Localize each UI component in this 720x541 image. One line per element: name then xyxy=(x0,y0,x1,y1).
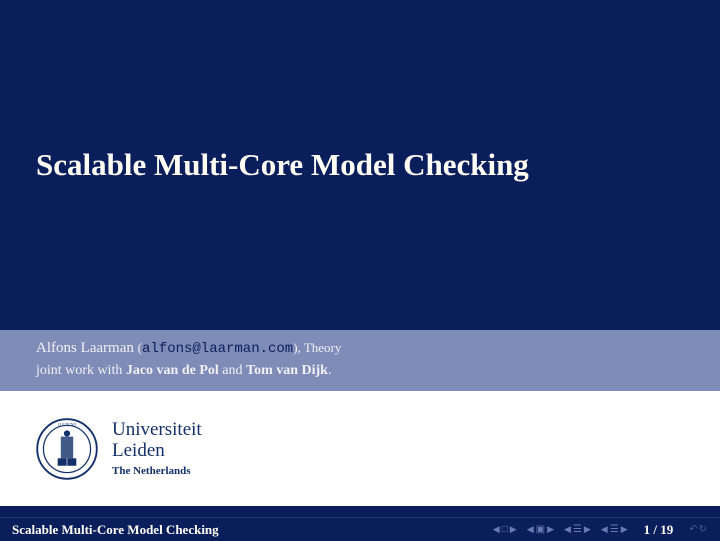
author-email: alfons@laarman.com xyxy=(142,341,293,357)
university-name-1: Universiteit xyxy=(112,420,202,441)
period: . xyxy=(328,363,332,378)
university-name-2: Leiden xyxy=(112,441,202,462)
coauthor-line: joint work with Jaco van de Pol and Tom … xyxy=(36,363,684,379)
next-frame-icon[interactable]: ▶ xyxy=(547,524,554,535)
presentation-title: Scalable Multi-Core Model Checking xyxy=(36,147,529,183)
next-sub-icon[interactable]: ▶ xyxy=(621,524,628,535)
nav-slide-group[interactable]: ◀ □ ▶ xyxy=(493,524,517,535)
university-seal-icon: LUGDUNO xyxy=(36,418,98,480)
nav-frame-group[interactable]: ◀ ▣ ▶ xyxy=(527,524,554,535)
joint-prefix: joint work with xyxy=(36,363,126,378)
page-total: 19 xyxy=(660,522,673,537)
prev-section-icon[interactable]: ◀ xyxy=(564,524,571,535)
frame-icon: ▣ xyxy=(536,524,545,535)
footer-title: Scalable Multi-Core Model Checking xyxy=(12,522,219,538)
prev-frame-icon[interactable]: ◀ xyxy=(527,524,534,535)
page-sep: / xyxy=(650,522,660,537)
next-section-icon[interactable]: ▶ xyxy=(584,524,591,535)
nav-section-group[interactable]: ◀ ☰ ▶ xyxy=(564,524,591,535)
university-country: The Netherlands xyxy=(112,465,202,477)
coauthor-1: Jaco van de Pol xyxy=(126,363,219,378)
next-slide-icon[interactable]: ▶ xyxy=(510,524,517,535)
author-dept: , Theory xyxy=(298,340,342,355)
nav-subsection-group[interactable]: ◀ ☰ ▶ xyxy=(601,524,628,535)
sub-icon: ☰ xyxy=(610,524,619,535)
prev-slide-icon[interactable]: ◀ xyxy=(493,524,500,535)
svg-text:LUGDUNO: LUGDUNO xyxy=(58,423,77,427)
university-text: Universiteit Leiden The Netherlands xyxy=(112,420,202,478)
and-text: and xyxy=(219,363,246,378)
author-band: Alfons Laarman (alfons@laarman.com), The… xyxy=(0,330,720,391)
nav-extra-icons[interactable]: ↶↻ xyxy=(689,524,708,535)
slide-icon: □ xyxy=(502,524,508,535)
prev-sub-icon[interactable]: ◀ xyxy=(601,524,608,535)
title-area: Scalable Multi-Core Model Checking xyxy=(0,0,720,330)
author-name: Alfons Laarman xyxy=(36,340,134,356)
coauthor-2: Tom van Dijk xyxy=(246,363,328,378)
author-line: Alfons Laarman (alfons@laarman.com), The… xyxy=(36,340,684,357)
footer-bar: Scalable Multi-Core Model Checking ◀ □ ▶… xyxy=(0,517,720,541)
logo-area: LUGDUNO Universiteit Leiden The Netherla… xyxy=(0,391,720,506)
section-icon: ☰ xyxy=(573,524,582,535)
footer-nav: ◀ □ ▶ ◀ ▣ ▶ ◀ ☰ ▶ ◀ ☰ ▶ 1 / 19 ↶↻ xyxy=(493,522,708,538)
page-indicator: 1 / 19 xyxy=(644,522,674,538)
